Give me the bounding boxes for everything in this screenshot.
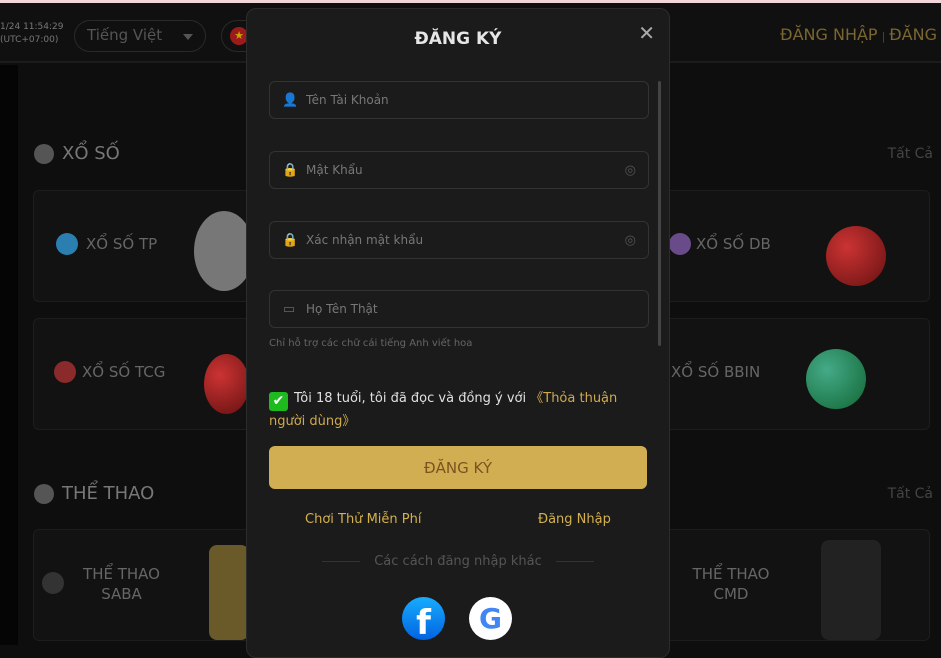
other-login-divider: Các cách đăng nhập khác	[247, 554, 669, 569]
register-modal: ĐĂNG KÝ ✕ 👤 🔒◎ 🔒◎ ▭ Chỉ hỗ trợ các chữ c…	[246, 8, 670, 658]
lock-icon: 🔒	[282, 232, 299, 248]
facebook-icon[interactable]: f	[402, 597, 445, 640]
realname-hint: Chỉ hỗ trợ các chữ cái tiếng Anh viết ho…	[269, 338, 473, 349]
register-link[interactable]: ĐĂNG	[889, 25, 937, 44]
language-select[interactable]: Tiếng Việt	[74, 20, 206, 52]
card-xoso-db[interactable]: XỔ SỐ DB	[660, 190, 930, 302]
confirm-password-input[interactable]	[306, 233, 625, 247]
card-xoso-tp[interactable]: XỔ SỐ TP	[33, 190, 254, 302]
db-logo-icon	[669, 233, 691, 255]
card-xoso-tcg[interactable]: XỔ SỐ TCG	[33, 318, 253, 430]
player-image	[821, 540, 881, 640]
modal-title: ĐĂNG KÝ	[414, 29, 502, 49]
user-icon: 👤	[282, 92, 299, 108]
lock-icon: 🔒	[282, 162, 299, 178]
tcg-logo-icon	[54, 361, 76, 383]
lottery-balls-image	[806, 349, 866, 409]
close-icon[interactable]: ✕	[638, 21, 655, 45]
card-sports-cmd[interactable]: THỂ THAO CMD	[660, 529, 930, 641]
lottery-ball-image	[204, 354, 249, 414]
tp-logo-icon	[56, 233, 78, 255]
clock: 1/24 11:54:29 (UTC+07:00)	[0, 22, 64, 45]
lottery-see-all[interactable]: Tất Cả	[888, 146, 933, 162]
username-input[interactable]	[306, 93, 636, 107]
lottery-balls-image	[826, 226, 886, 286]
caret-down-icon	[183, 34, 193, 45]
section-lottery-title: XỔ SỐ	[34, 143, 120, 164]
id-card-icon: ▭	[282, 301, 296, 317]
username-field: 👤	[269, 81, 649, 119]
free-play-link[interactable]: Chơi Thử Miễn Phí	[305, 512, 421, 527]
lottery-machine-image	[194, 211, 254, 291]
eye-off-icon[interactable]: ◎	[625, 163, 636, 178]
lottery-icon	[34, 144, 54, 164]
realname-input[interactable]	[306, 302, 636, 316]
card-xoso-bbin[interactable]: XỔ SỐ BBIN	[660, 318, 930, 430]
login-link[interactable]: Đăng Nhập	[538, 512, 611, 527]
register-button[interactable]: ĐĂNG KÝ	[269, 446, 647, 489]
saba-logo-icon	[42, 572, 64, 594]
confirm-password-field: 🔒 ◎	[269, 221, 649, 259]
soccer-ball-icon	[34, 484, 54, 504]
google-icon[interactable]: G	[469, 597, 512, 640]
player-image	[209, 545, 249, 640]
card-sports-saba[interactable]: THỂ THAO SABA	[33, 529, 253, 641]
auth-links: ĐĂNG NHẬP | ĐĂNG	[780, 25, 937, 44]
left-bar	[0, 65, 18, 645]
password-input[interactable]	[306, 163, 625, 177]
agreement: ✔ Tôi 18 tuổi, tôi đã đọc và đồng ý với 《…	[269, 391, 618, 429]
password-field: 🔒 ◎	[269, 151, 649, 189]
scrollbar[interactable]	[658, 81, 661, 346]
agree-checkbox[interactable]: ✔	[269, 392, 288, 411]
sports-see-all[interactable]: Tất Cả	[888, 486, 933, 502]
login-link[interactable]: ĐĂNG NHẬP	[780, 25, 877, 44]
section-sports-title: THỂ THAO	[34, 483, 154, 504]
realname-field: ▭	[269, 290, 649, 328]
eye-off-icon[interactable]: ◎	[625, 233, 636, 248]
